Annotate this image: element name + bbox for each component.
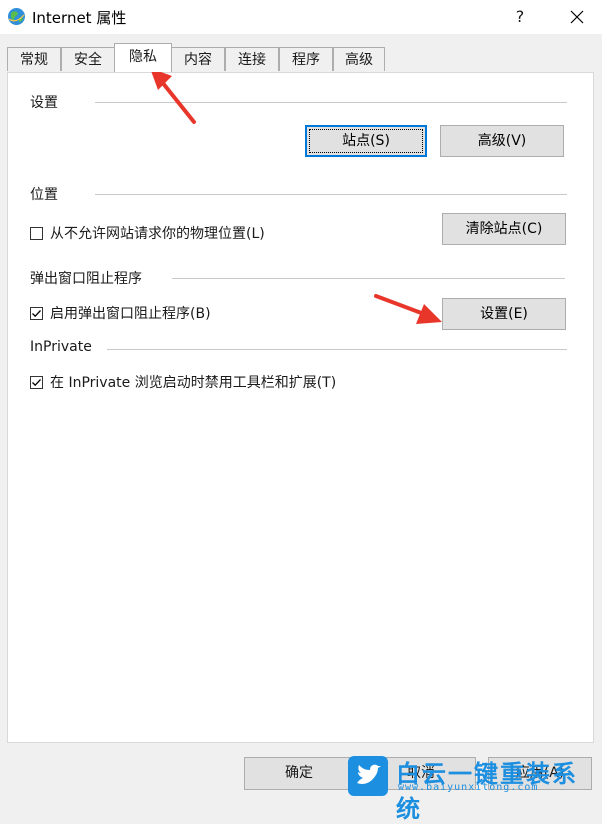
settings-divider [95, 102, 567, 103]
inprivate-checkbox-label: 在 InPrivate 浏览启动时禁用工具栏和扩展(T) [50, 375, 337, 391]
advanced-button[interactable]: 高级(V) [440, 125, 564, 157]
inprivate-checkbox[interactable] [30, 375, 43, 389]
tab-programs[interactable]: 程序 [279, 47, 333, 71]
advanced-button-label: 高级(V) [477, 133, 527, 149]
location-checkbox-row[interactable]: 从不允许网站请求你的物理位置(L) [30, 223, 265, 243]
tab-content[interactable]: 内容 [171, 47, 225, 71]
ok-button[interactable]: 确定 [244, 757, 354, 790]
popup-settings-button[interactable]: 设置(E) [442, 298, 566, 330]
location-checkbox[interactable] [30, 226, 43, 240]
popup-blocker-checkbox-label: 启用弹出窗口阻止程序(B) [50, 306, 211, 322]
location-divider [95, 194, 567, 195]
window-title: Internet 属性 [32, 9, 127, 27]
location-checkbox-label: 从不允许网站请求你的物理位置(L) [50, 226, 265, 242]
popup-settings-button-label: 设置(E) [480, 306, 528, 322]
inprivate-checkbox-row[interactable]: 在 InPrivate 浏览启动时禁用工具栏和扩展(T) [30, 372, 336, 392]
popup-blocker-checkbox[interactable] [30, 306, 43, 320]
tab-connections[interactable]: 连接 [225, 47, 279, 71]
tab-security[interactable]: 安全 [61, 47, 115, 71]
title-bar: Internet 属性 ? [0, 0, 602, 34]
tab-advanced[interactable]: 高级 [333, 47, 385, 71]
tab-general[interactable]: 常规 [7, 47, 61, 71]
internet-globe-icon [8, 8, 25, 25]
tab-strip: 常规 安全 隐私 内容 连接 程序 高级 [7, 43, 387, 72]
privacy-panel [7, 72, 594, 743]
popup-blocker-divider [172, 278, 565, 279]
popup-blocker-heading: 弹出窗口阻止程序 [30, 271, 142, 287]
checkmark-icon [32, 309, 41, 317]
watermark: 白云一键重装系统 www.baiyunxitong.com [348, 752, 598, 823]
inprivate-divider [107, 349, 567, 350]
tab-privacy[interactable]: 隐私 [114, 43, 172, 72]
watermark-url: www.baiyunxitong.com [398, 782, 539, 793]
close-icon[interactable] [565, 5, 589, 29]
clear-sites-button-label: 清除站点(C) [465, 221, 543, 237]
checkmark-icon [32, 378, 41, 386]
sites-button-label: 站点(S) [342, 133, 390, 149]
location-heading: 位置 [30, 187, 58, 203]
help-button[interactable]: ? [508, 5, 532, 29]
popup-blocker-checkbox-row[interactable]: 启用弹出窗口阻止程序(B) [30, 303, 211, 323]
twitter-bird-icon [348, 756, 388, 796]
settings-heading: 设置 [30, 95, 58, 111]
sites-button[interactable]: 站点(S) [305, 125, 427, 157]
clear-sites-button[interactable]: 清除站点(C) [442, 213, 566, 245]
inprivate-heading: InPrivate [30, 339, 92, 355]
